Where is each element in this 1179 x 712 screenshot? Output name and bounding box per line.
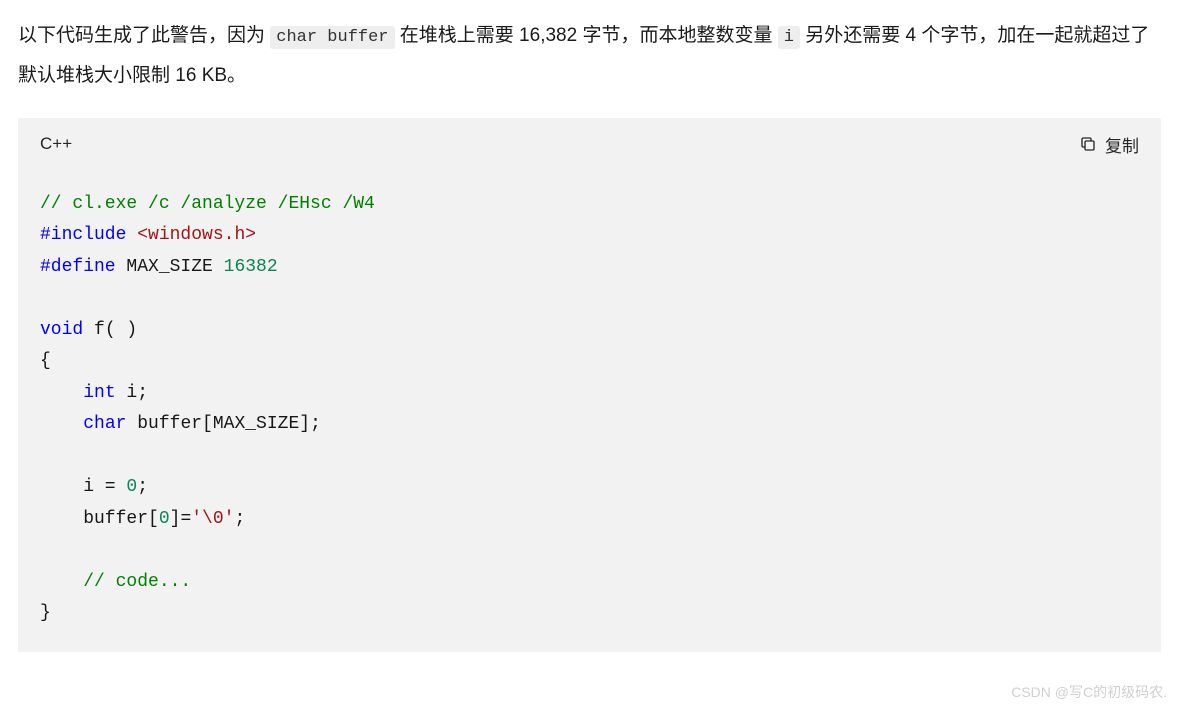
code-text: buffer[ [40, 509, 159, 529]
code-text: MAX_SIZE [116, 257, 224, 277]
code-number: 16382 [224, 257, 278, 277]
code-body: // cl.exe /c /analyze /EHsc /W4 #include… [18, 171, 1161, 652]
copy-button-label: 复制 [1105, 132, 1139, 157]
inline-code-i: i [778, 26, 800, 49]
text-segment: 以下代码生成了此警告，因为 [18, 25, 270, 46]
explanation-paragraph: 以下代码生成了此警告，因为 char buffer 在堆栈上需要 16,382 … [18, 16, 1161, 96]
code-comment: // code... [83, 572, 191, 592]
code-text: buffer[MAX_SIZE]; [126, 414, 320, 434]
code-text: { [40, 351, 51, 371]
code-type: int [83, 383, 115, 403]
text-segment: 在堆栈上需要 16,382 字节，而本地整数变量 [395, 25, 778, 46]
code-type: char [83, 414, 126, 434]
code-string: '\0' [191, 509, 234, 529]
code-number: 0 [159, 509, 170, 529]
code-text: ; [137, 477, 148, 497]
code-comment: // cl.exe /c /analyze /EHsc /W4 [40, 194, 375, 214]
code-include-path: <windows.h> [126, 225, 256, 245]
code-preprocessor: #define [40, 257, 116, 277]
code-text: f( ) [83, 320, 137, 340]
code-text: i = [40, 477, 126, 497]
code-number: 0 [126, 477, 137, 497]
watermark: CSDN @写C的初级码农. [1011, 682, 1167, 702]
code-text: ]= [170, 509, 192, 529]
inline-code-buffer: char buffer [270, 26, 394, 49]
code-text: ; [234, 509, 245, 529]
code-header: C++ 复制 [18, 118, 1161, 171]
code-text: i; [116, 383, 148, 403]
copy-icon [1079, 135, 1097, 153]
code-keyword: void [40, 320, 83, 340]
code-text: } [40, 603, 51, 623]
copy-button[interactable]: 复制 [1079, 132, 1139, 157]
code-block: C++ 复制 // cl.exe /c /analyze /EHsc /W4 #… [18, 118, 1161, 652]
code-language-label: C++ [40, 134, 72, 154]
code-preprocessor: #include [40, 225, 126, 245]
